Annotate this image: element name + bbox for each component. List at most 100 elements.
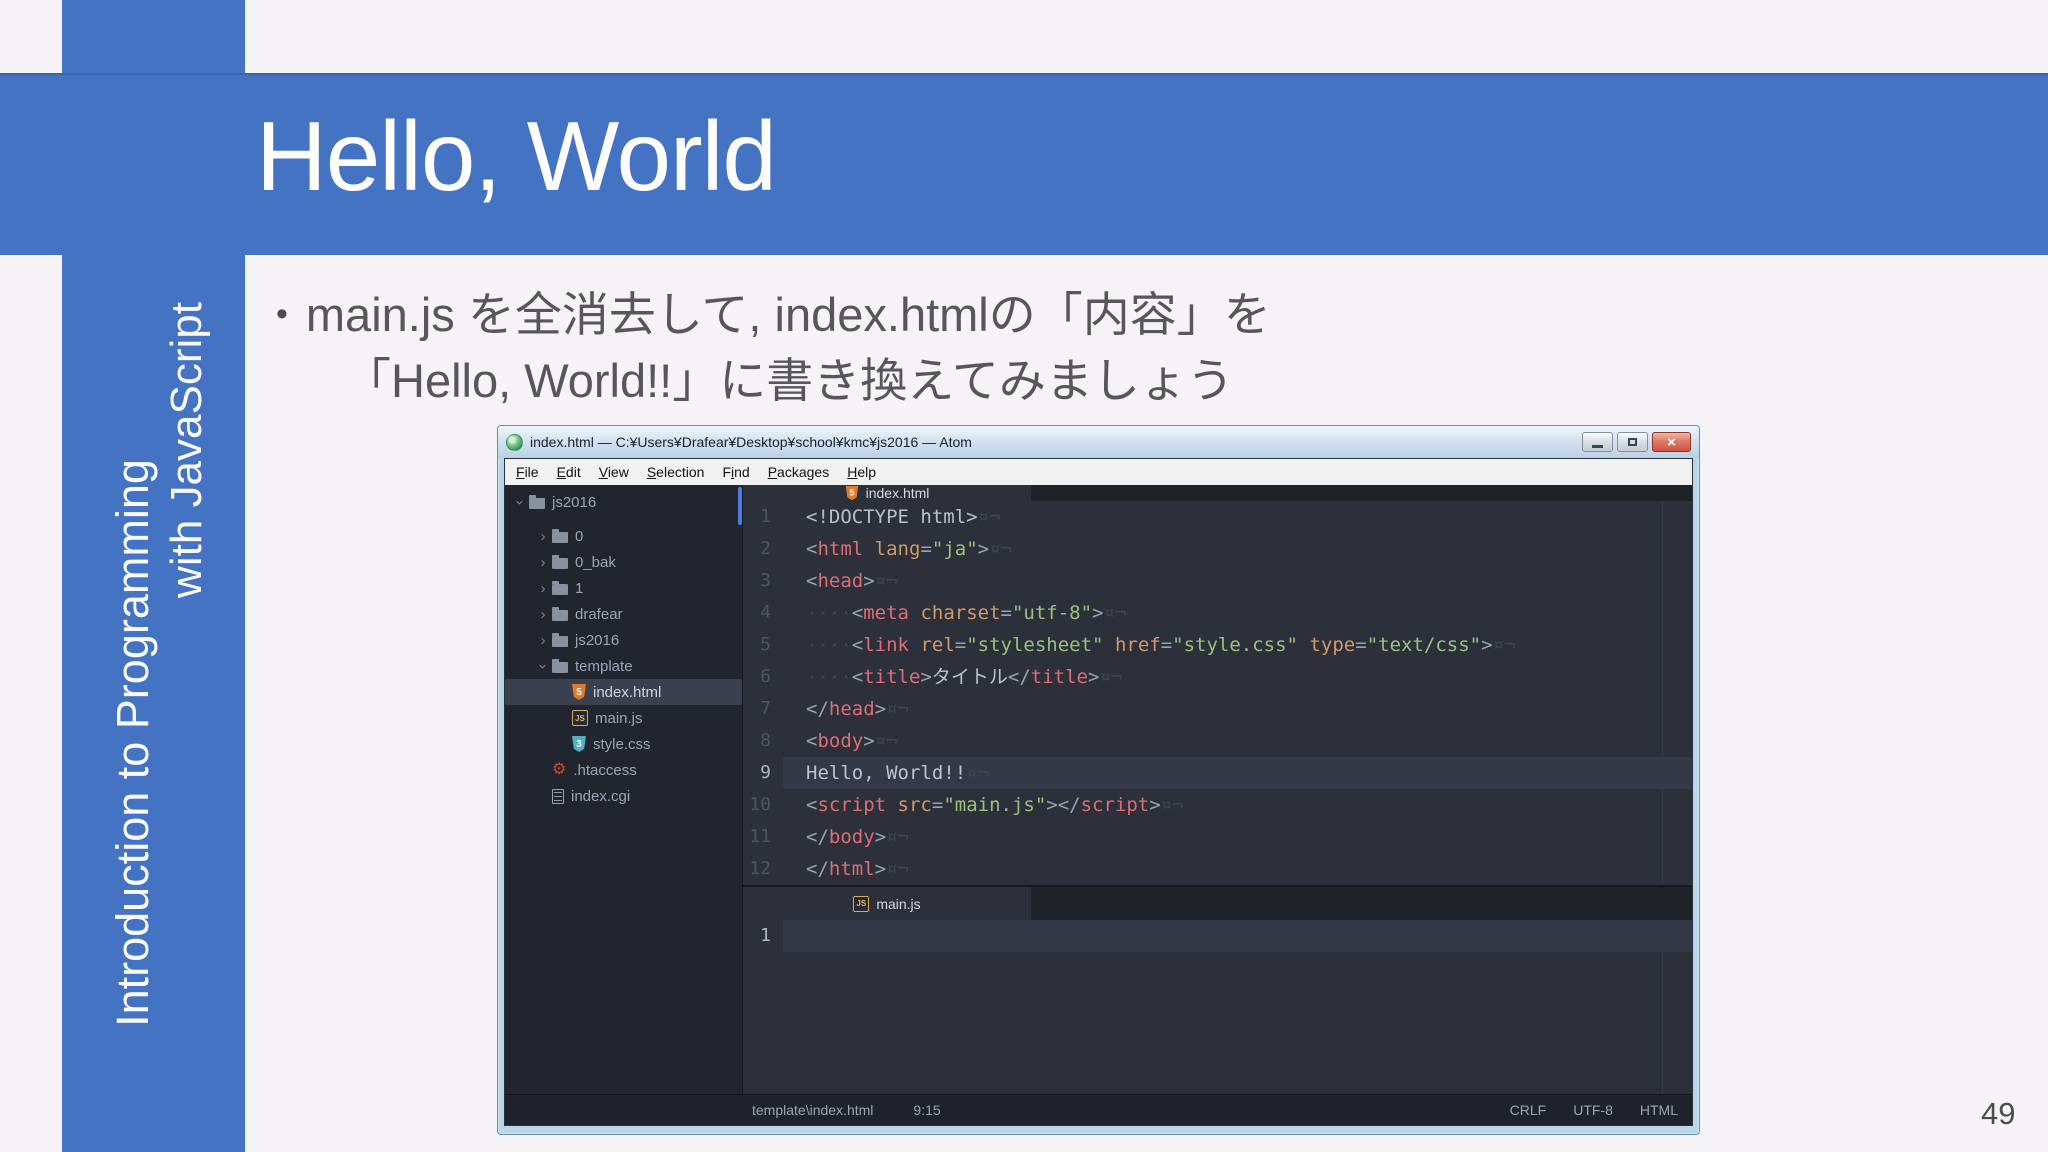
window-title: index.html — C:¥Users¥Drafear¥Desktop¥sc… xyxy=(530,434,972,450)
token-tag: meta xyxy=(863,602,909,624)
token-attr: href xyxy=(1114,634,1161,656)
tree-item-index-html[interactable]: 5 index.html xyxy=(505,679,742,705)
code-editor[interactable]: 1 <!DOCTYPE html>¤¬ 2 <html lang="ja">¤¬ 3 <h… xyxy=(743,501,1692,885)
status-cursor-position[interactable]: 9:15 xyxy=(913,1102,940,1118)
menu-selection[interactable]: Selection xyxy=(638,464,714,480)
chevron-down-icon[interactable]: › xyxy=(512,493,529,511)
menu-edit[interactable]: Edit xyxy=(548,464,590,480)
tree-item-js2016[interactable]: › js2016 xyxy=(505,627,742,653)
token-str: "style.css" xyxy=(1172,634,1299,656)
status-file-path[interactable]: template\index.html xyxy=(752,1102,873,1118)
tree-item-0-bak[interactable]: › 0_bak xyxy=(505,549,742,575)
menu-help[interactable]: Help xyxy=(838,464,885,480)
token-pun: > xyxy=(874,698,887,720)
window-titlebar[interactable]: index.html — C:¥Users¥Drafear¥Desktop¥sc… xyxy=(498,426,1699,458)
chevron-right-icon[interactable]: › xyxy=(534,632,552,649)
editor-column: 5 index.html 1 <!DOCTYPE html>¤¬ 2 <html lang… xyxy=(743,485,1692,1094)
menu-packages[interactable]: Packages xyxy=(759,464,839,480)
status-bar: template\index.html 9:15 CRLF UTF-8 HTML xyxy=(505,1094,1692,1125)
token-attr: type xyxy=(1309,634,1356,656)
folder-icon xyxy=(552,606,568,621)
tree-item-0[interactable]: › 0 xyxy=(505,523,742,549)
token-inv: ¤¬ xyxy=(874,570,898,592)
tab-label: index.html xyxy=(865,485,930,501)
token-tag: title xyxy=(1030,666,1088,688)
minimize-button[interactable] xyxy=(1582,432,1613,452)
menu-find[interactable]: Find xyxy=(713,464,758,480)
token-pun: = xyxy=(1160,634,1173,656)
tree-item-js2016[interactable]: › js2016 xyxy=(505,489,742,515)
tree-item-label: drafear xyxy=(575,605,623,623)
tree-item-label: main.js xyxy=(595,709,643,727)
folder-icon xyxy=(552,528,568,543)
status-html[interactable]: HTML xyxy=(1640,1102,1678,1118)
tree-item-template[interactable]: › template xyxy=(505,653,742,679)
folder-icon xyxy=(552,554,568,569)
code-editor[interactable]: 1 xyxy=(743,920,1692,1094)
atom-logo-icon xyxy=(506,433,523,451)
close-button[interactable]: × xyxy=(1652,432,1691,452)
folder-icon xyxy=(552,632,568,647)
token-dot: ···· xyxy=(806,666,852,688)
token-inv: ¤¬ xyxy=(1492,634,1516,656)
line-number: 12 xyxy=(749,858,771,879)
tab-index-html[interactable]: 5 index.html xyxy=(743,485,1031,501)
line-content: </head>¤¬ xyxy=(783,693,1692,725)
menu-file[interactable]: File xyxy=(507,464,548,480)
tree-item-drafear[interactable]: › drafear xyxy=(505,601,742,627)
line-content: </html>¤¬ xyxy=(783,853,1692,885)
line-number: 4 xyxy=(760,602,771,623)
line-content: ····<meta charset="utf-8">¤¬ xyxy=(783,597,1692,629)
token-pun: </ xyxy=(806,858,829,880)
tree-item-main-js[interactable]: JS main.js xyxy=(505,705,742,731)
line-number: 11 xyxy=(749,826,771,847)
maximize-button[interactable] xyxy=(1617,432,1648,452)
status-right-group: CRLF UTF-8 HTML xyxy=(1510,1102,1678,1118)
js-file-icon: JS xyxy=(853,895,870,912)
token-pln xyxy=(863,538,874,560)
slide: Hello, World Introduction to Programming… xyxy=(0,0,2048,1152)
token-pun: > xyxy=(977,538,990,560)
token-pun: > xyxy=(874,826,887,848)
tree-item-label: style.css xyxy=(593,735,651,753)
line-number: 5 xyxy=(760,634,771,655)
token-pln xyxy=(886,794,897,816)
line-number: 1 xyxy=(760,925,771,946)
chevron-right-icon[interactable]: › xyxy=(534,528,552,545)
token-pun: = xyxy=(931,794,944,816)
token-pun: = xyxy=(1000,602,1012,624)
token-pln xyxy=(1104,634,1115,656)
tree-item-index-cgi[interactable]: index.cgi xyxy=(505,783,742,809)
tree-item-label: 1 xyxy=(575,579,584,597)
line-number: 3 xyxy=(760,570,771,591)
chevron-right-icon[interactable]: › xyxy=(534,606,552,623)
sidebar-course-title-line1: Introduction to Programming xyxy=(107,459,158,1027)
minimize-icon xyxy=(1592,444,1603,448)
code-line: 3 <head>¤¬ xyxy=(743,565,1692,597)
line-number: 8 xyxy=(760,730,771,751)
tab-bar: JS main.js xyxy=(743,887,1692,920)
tree-item-label: template xyxy=(575,657,633,675)
token-txt: タイトル xyxy=(931,666,1008,688)
maximize-icon xyxy=(1628,438,1637,446)
token-inv: ¤¬ xyxy=(966,762,990,784)
chevron-right-icon[interactable]: › xyxy=(534,554,552,571)
token-pun: < xyxy=(806,730,818,752)
tree-item-label: .htaccess xyxy=(573,761,637,779)
page-title: Hello, World xyxy=(256,101,777,211)
tree-item-label: js2016 xyxy=(575,631,620,649)
tab-label: main.js xyxy=(876,895,921,912)
menu-view[interactable]: View xyxy=(590,464,638,480)
chevron-right-icon[interactable]: › xyxy=(534,580,552,597)
status-crlf[interactable]: CRLF xyxy=(1510,1102,1547,1118)
tab-main-js[interactable]: JS main.js xyxy=(743,887,1031,920)
tree-item-1[interactable]: › 1 xyxy=(505,575,742,601)
line-number: 9 xyxy=(760,762,771,783)
chevron-down-icon[interactable]: › xyxy=(535,657,552,675)
tree-item-style-css[interactable]: 3 style.css xyxy=(505,731,742,757)
status-utf-8[interactable]: UTF-8 xyxy=(1573,1102,1613,1118)
token-pun: </ xyxy=(806,826,829,848)
tree-item-label: js2016 xyxy=(552,493,597,511)
tree-item--htaccess[interactable]: ⚙ .htaccess xyxy=(505,757,742,783)
line-number: 10 xyxy=(749,794,771,815)
